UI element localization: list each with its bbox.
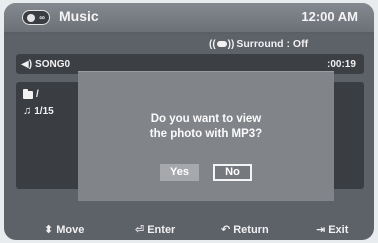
screen: ∞ Music 12:00 AM (( )) Surround : Off ◀︎… <box>4 3 374 240</box>
page-title: Music <box>59 8 99 24</box>
track-count-line: ♫ 1/15 <box>23 105 54 117</box>
no-button[interactable]: No <box>213 164 252 181</box>
up-down-arrow-icon: ⬍ <box>44 224 54 236</box>
folder-line: / <box>23 88 39 100</box>
hint-enter: ⏎ Enter <box>135 223 176 237</box>
track-time: :00:19 <box>327 59 356 70</box>
folder-icon <box>23 88 33 99</box>
dialog-message-line-2: the photo with MP3? <box>149 128 263 140</box>
hint-exit: ⇥ Exit <box>316 223 349 237</box>
exit-icon: ⇥ <box>316 224 326 236</box>
confirm-dialog: Do you want to view the photo with MP3? … <box>78 71 334 201</box>
top-bar: ∞ Music 12:00 AM <box>4 3 374 34</box>
infinity-icon: ∞ <box>39 12 45 22</box>
track-name: ◀︎) SONG0 <box>21 59 71 70</box>
clock: 12:00 AM <box>301 9 358 24</box>
enter-icon: ⏎ <box>135 224 145 236</box>
music-note-icon: ♫ <box>23 105 32 117</box>
hint-move: ⬍ Move <box>44 223 85 237</box>
surround-icon: (( )) <box>209 38 235 50</box>
surround-label: Surround : Off <box>236 38 309 50</box>
dialog-message: Do you want to view the photo with MP3? <box>78 112 334 142</box>
disc-dot-icon <box>27 13 36 22</box>
yes-button[interactable]: Yes <box>160 164 199 181</box>
disc-icon: ∞ <box>22 10 50 25</box>
dialog-message-line-1: Do you want to view <box>150 113 262 125</box>
speaker-icon: ◀︎) <box>21 59 33 70</box>
hint-return: ↶ Return <box>221 223 269 237</box>
return-arrow-icon: ↶ <box>221 224 231 236</box>
surround-status: (( )) Surround : Off <box>209 38 308 50</box>
hint-bar: ⬍ Move ⏎ Enter ↶ Return ⇥ Exit <box>4 220 374 240</box>
